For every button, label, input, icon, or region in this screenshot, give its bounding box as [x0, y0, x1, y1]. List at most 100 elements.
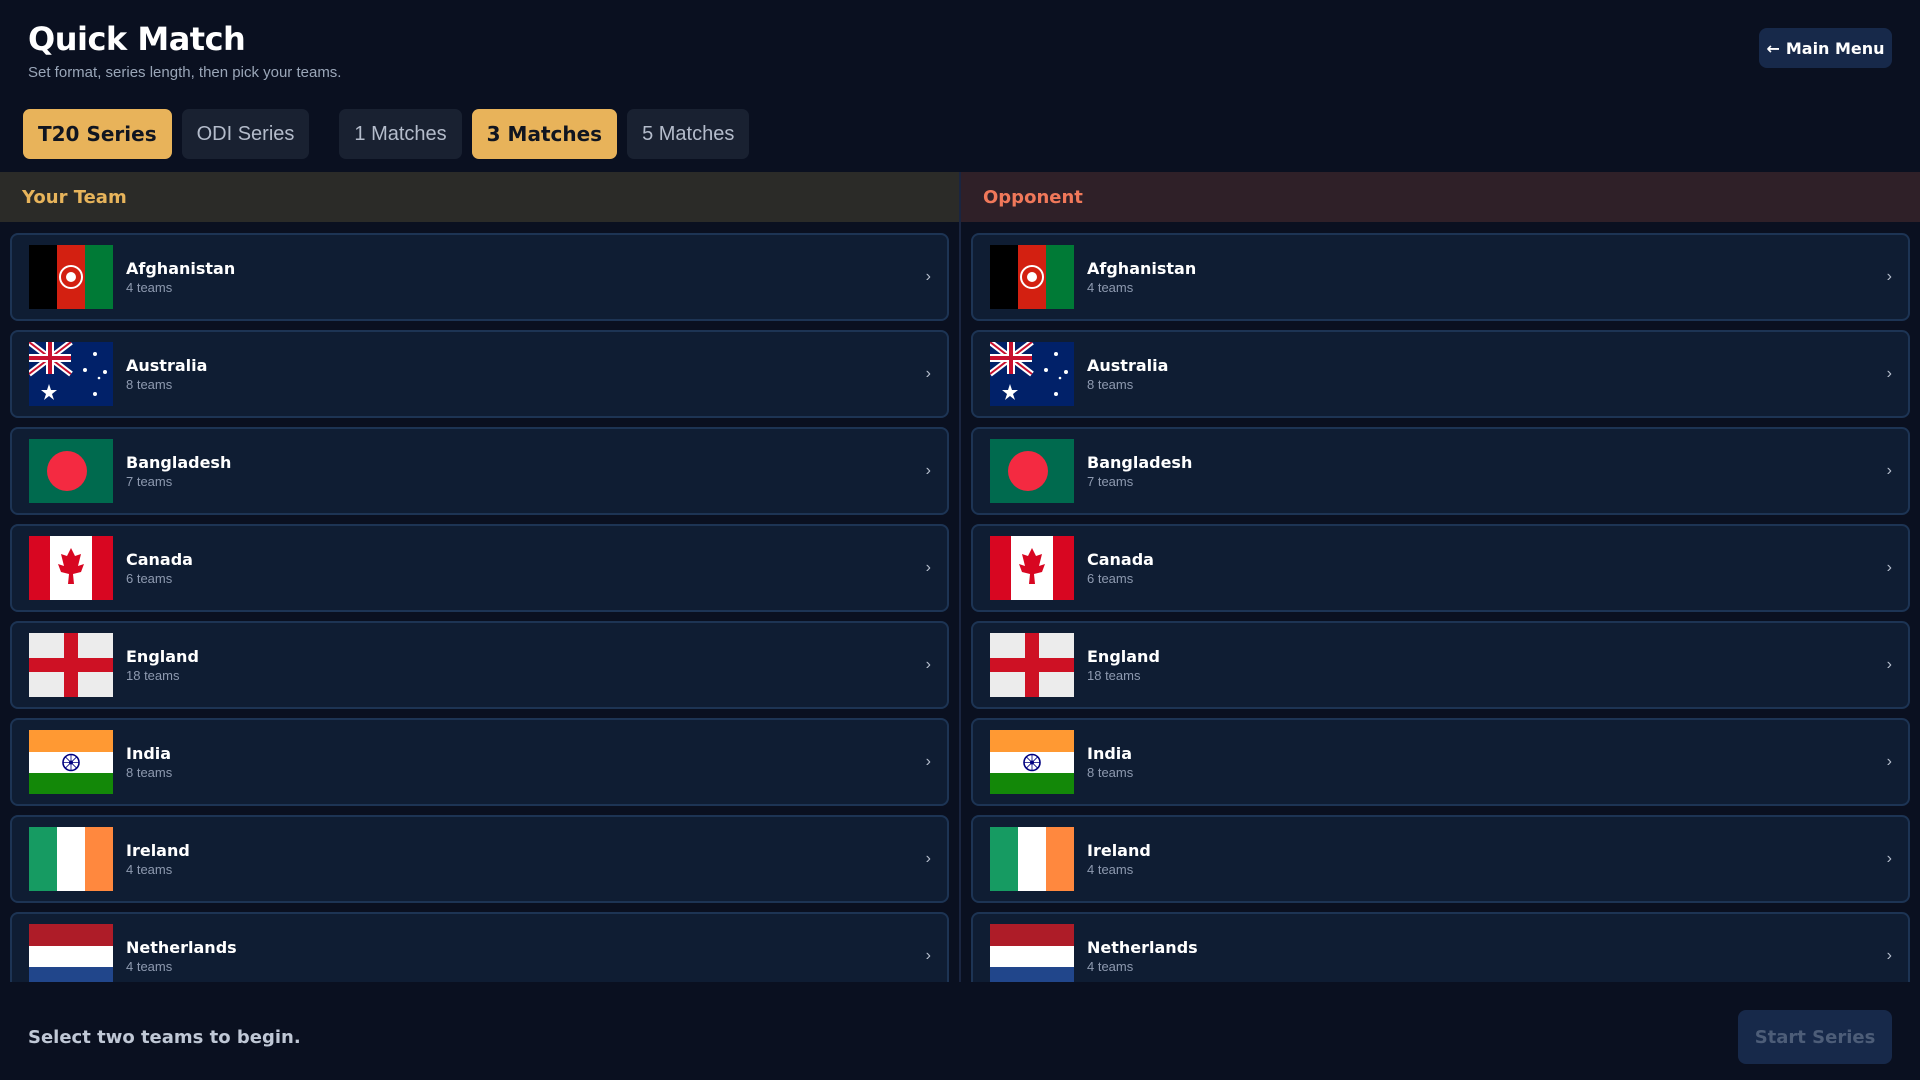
country-info: India 8 teams [1087, 744, 1133, 780]
country-name: England [1087, 647, 1160, 666]
opponent-list[interactable]: Afghanistan 4 teams › Australia 8 teams … [961, 222, 1920, 982]
india-flag-icon [29, 730, 113, 794]
chevron-right-icon: › [1886, 365, 1892, 382]
team-count: 4 teams [1087, 959, 1134, 974]
footer-bar: Select two teams to begin. Start Series [0, 982, 1920, 1080]
team-count: 4 teams [1087, 862, 1134, 877]
opponent-country-row[interactable]: Afghanistan 4 teams › [971, 233, 1910, 321]
netherlands-flag-icon [29, 924, 113, 982]
country-info: Netherlands 4 teams [126, 938, 237, 974]
team-count: 8 teams [1087, 765, 1134, 780]
canada-flag-icon [990, 536, 1074, 600]
team-count: 7 teams [126, 474, 173, 489]
your-team-country-row[interactable]: India 8 teams › [10, 718, 949, 806]
chevron-right-icon: › [1886, 268, 1892, 285]
bangladesh-flag-icon [29, 439, 113, 503]
chevron-right-icon: › [925, 753, 931, 770]
country-info: Canada 6 teams [1087, 550, 1154, 586]
team-count: 8 teams [126, 765, 173, 780]
opponent-header: Opponent [961, 172, 1920, 222]
chevron-right-icon: › [925, 947, 931, 964]
country-info: Afghanistan 4 teams [126, 259, 235, 295]
your-team-country-row[interactable]: Netherlands 4 teams › [10, 912, 949, 982]
country-info: Bangladesh 7 teams [1087, 453, 1192, 489]
country-info: India 8 teams [126, 744, 172, 780]
chevron-right-icon: › [1886, 850, 1892, 867]
your-team-country-row[interactable]: Ireland 4 teams › [10, 815, 949, 903]
england-flag-icon [29, 633, 113, 697]
country-name: England [126, 647, 199, 666]
start-series-button[interactable]: Start Series [1738, 1010, 1892, 1064]
chevron-right-icon: › [925, 850, 931, 867]
opponent-country-row[interactable]: Canada 6 teams › [971, 524, 1910, 612]
chevron-right-icon: › [925, 559, 931, 576]
team-count: 4 teams [126, 280, 173, 295]
team-count: 7 teams [1087, 474, 1134, 489]
main-menu-label: Main Menu [1785, 38, 1885, 58]
opponent-country-row[interactable]: England 18 teams › [971, 621, 1910, 709]
opponent-country-row[interactable]: Ireland 4 teams › [971, 815, 1910, 903]
afghanistan-flag-icon [29, 245, 113, 309]
country-info: England 18 teams [1087, 647, 1160, 683]
your-team-country-row[interactable]: Bangladesh 7 teams › [10, 427, 949, 515]
country-info: Afghanistan 4 teams [1087, 259, 1196, 295]
opponent-country-row[interactable]: Australia 8 teams › [971, 330, 1910, 418]
country-info: Australia 8 teams [126, 356, 207, 392]
team-count: 4 teams [1087, 280, 1134, 295]
team-columns: Your Team Afghanistan 4 teams › Australi… [0, 172, 1920, 982]
team-count: 8 teams [126, 377, 173, 392]
country-name: Ireland [126, 841, 190, 860]
country-name: Australia [1087, 356, 1169, 375]
country-name: Canada [126, 550, 193, 569]
your-team-country-row[interactable]: England 18 teams › [10, 621, 949, 709]
chevron-right-icon: › [1886, 656, 1892, 673]
page-header: Quick Match Set format, series length, t… [28, 20, 341, 81]
chevron-right-icon: › [1886, 753, 1892, 770]
match-settings: T20 Series ODI Series 1 Matches 3 Matche… [23, 109, 759, 159]
country-info: Ireland 4 teams [126, 841, 190, 877]
opponent-column: Opponent Afghanistan 4 teams › Australia… [961, 172, 1920, 982]
length-5-button[interactable]: 5 Matches [627, 109, 750, 159]
country-info: Netherlands 4 teams [1087, 938, 1198, 974]
status-message: Select two teams to begin. [28, 1027, 301, 1048]
your-team-country-row[interactable]: Afghanistan 4 teams › [10, 233, 949, 321]
chevron-right-icon: › [925, 462, 931, 479]
country-info: Ireland 4 teams [1087, 841, 1151, 877]
your-team-country-row[interactable]: Australia 8 teams › [10, 330, 949, 418]
chevron-right-icon: › [925, 268, 931, 285]
page-subtitle: Set format, series length, then pick you… [28, 64, 342, 81]
team-count: 6 teams [1087, 571, 1134, 586]
page-title: Quick Match [28, 20, 246, 58]
team-count: 6 teams [126, 571, 173, 586]
chevron-right-icon: › [1886, 462, 1892, 479]
country-name: Netherlands [126, 938, 237, 957]
length-3-button[interactable]: 3 Matches [471, 109, 618, 159]
format-t20-button[interactable]: T20 Series [23, 109, 172, 159]
length-1-button[interactable]: 1 Matches [339, 109, 462, 159]
england-flag-icon [990, 633, 1074, 697]
country-name: India [126, 744, 172, 763]
team-count: 18 teams [126, 668, 180, 683]
opponent-country-row[interactable]: Bangladesh 7 teams › [971, 427, 1910, 515]
main-menu-button[interactable]: ← Main Menu [1759, 28, 1892, 68]
country-info: Australia 8 teams [1087, 356, 1168, 392]
your-team-column: Your Team Afghanistan 4 teams › Australi… [0, 172, 959, 982]
your-team-list[interactable]: Afghanistan 4 teams › Australia 8 teams … [0, 222, 959, 982]
chevron-right-icon: › [1886, 947, 1892, 964]
opponent-country-row[interactable]: India 8 teams › [971, 718, 1910, 806]
team-count: 18 teams [1087, 668, 1141, 683]
your-team-header: Your Team [0, 172, 959, 222]
country-name: Netherlands [1087, 938, 1198, 957]
country-name: Bangladesh [126, 453, 232, 472]
netherlands-flag-icon [990, 924, 1074, 982]
chevron-right-icon: › [925, 365, 931, 382]
your-team-country-row[interactable]: Canada 6 teams › [10, 524, 949, 612]
ireland-flag-icon [29, 827, 113, 891]
team-count: 4 teams [126, 959, 173, 974]
country-name: Afghanistan [1087, 259, 1197, 278]
format-odi-button[interactable]: ODI Series [181, 109, 310, 159]
india-flag-icon [990, 730, 1074, 794]
chevron-right-icon: › [925, 656, 931, 673]
opponent-country-row[interactable]: Netherlands 4 teams › [971, 912, 1910, 982]
